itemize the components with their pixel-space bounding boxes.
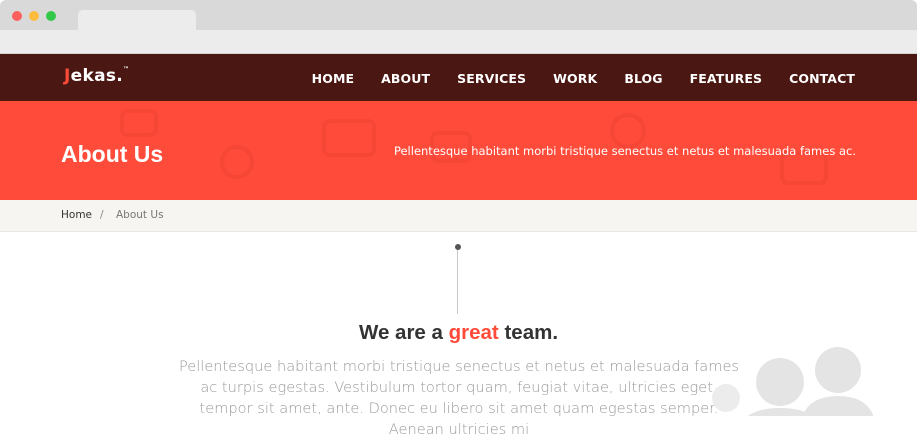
background-pattern-shape [322, 119, 376, 157]
heading-text-start: We are a [358, 321, 449, 344]
site-navbar: Jekas.™ HOME ABOUT SERVICES WORK BLOG FE… [0, 54, 917, 101]
browser-toolbar [0, 30, 917, 54]
breadcrumb: Home / About Us [0, 200, 917, 232]
heading-text-end: team. [498, 321, 559, 344]
nav-blog[interactable]: BLOG [624, 71, 662, 86]
team-icon [712, 347, 874, 416]
page-header-banner: About Us Pellentesque habitant morbi tri… [0, 101, 917, 200]
close-window-icon[interactable] [12, 11, 22, 21]
minimize-window-icon[interactable] [29, 11, 39, 21]
nav-services[interactable]: SERVICES [457, 71, 526, 86]
timeline-line [457, 250, 458, 314]
breadcrumb-separator: / [100, 209, 104, 221]
nav-work[interactable]: WORK [553, 71, 597, 86]
browser-tab[interactable] [78, 10, 196, 30]
nav-contact[interactable]: CONTACT [789, 71, 855, 86]
page-title: About Us [61, 141, 164, 167]
maximize-window-icon[interactable] [46, 11, 56, 21]
nav-home[interactable]: HOME [312, 71, 354, 86]
nav-features[interactable]: FEATURES [690, 71, 762, 86]
site-logo[interactable]: Jekas.™ [64, 66, 129, 86]
section-heading: We are a great team. [0, 321, 917, 345]
background-pattern-shape [120, 109, 158, 137]
background-pattern-shape [220, 145, 254, 179]
timeline-dot [455, 244, 461, 250]
main-nav: HOME ABOUT SERVICES WORK BLOG FEATURES C… [312, 71, 855, 86]
nav-about[interactable]: ABOUT [381, 71, 430, 86]
heading-highlight: great [448, 321, 499, 344]
browser-titlebar [0, 0, 917, 30]
page-subtitle: Pellentesque habitant morbi tristique se… [393, 144, 856, 158]
breadcrumb-current: About Us [116, 209, 164, 221]
breadcrumb-home-link[interactable]: Home [61, 209, 92, 221]
section-paragraph: Pellentesque habitant morbi tristique se… [178, 358, 740, 438]
